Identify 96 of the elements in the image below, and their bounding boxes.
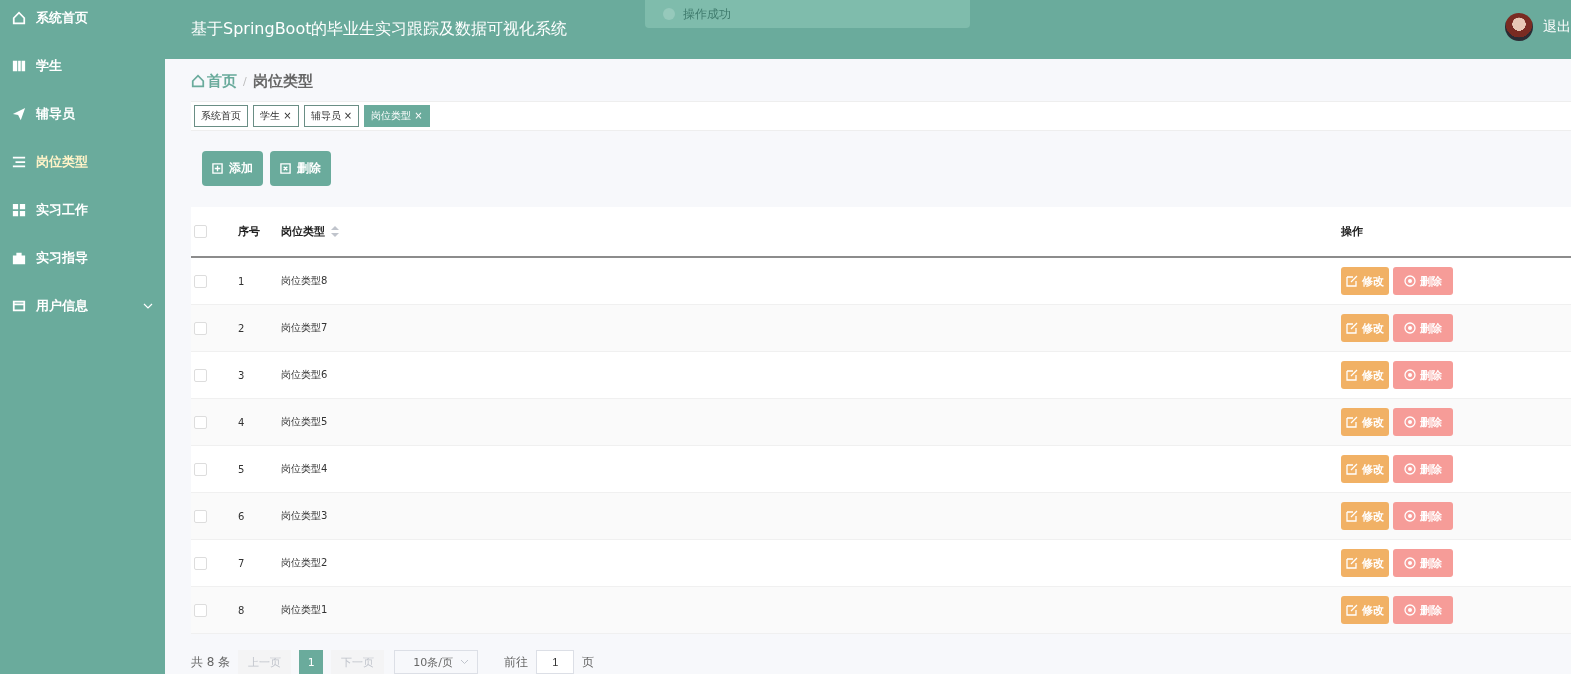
briefcase-icon <box>12 251 26 265</box>
breadcrumb-separator: / <box>243 74 247 88</box>
delete-button[interactable]: 删除 <box>1393 314 1453 342</box>
column-header[interactable]: 岗位类型 <box>281 224 1341 239</box>
edit-button[interactable]: 修改 <box>1341 361 1389 389</box>
book-icon <box>12 59 26 73</box>
total-count: 共 8 条 <box>191 653 231 671</box>
edit-icon <box>1346 275 1358 287</box>
breadcrumb-home[interactable]: 首页 <box>191 71 237 91</box>
sidebar-item[interactable]: 学生 <box>0 42 165 90</box>
edit-button[interactable]: 修改 <box>1341 408 1389 436</box>
table-cell-text: 1 <box>238 275 246 287</box>
edit-icon <box>1346 510 1358 522</box>
tab[interactable]: 辅导员 × <box>303 105 360 127</box>
circle-icon <box>1404 557 1416 569</box>
table-cell-text: 岗位类型3 <box>281 509 329 523</box>
tab[interactable]: 学生 × <box>253 105 299 127</box>
edit-icon <box>1346 463 1358 475</box>
breadcrumb-current: 岗位类型 <box>252 71 313 91</box>
edit-button[interactable]: 修改 <box>1341 549 1389 577</box>
tab[interactable]: 岗位类型 × <box>364 105 430 127</box>
app-title: 基于SpringBoot的毕业生实习跟踪及数据可视化系统 <box>191 19 568 40</box>
page-size-select[interactable]: 10条/页 <box>394 650 479 674</box>
circle-icon <box>1404 275 1416 287</box>
circle-icon <box>1404 510 1416 522</box>
table-cell-text: 2 <box>238 322 246 334</box>
avatar <box>1505 12 1533 41</box>
edit-icon <box>1346 604 1358 616</box>
checkbox[interactable] <box>194 225 207 238</box>
home-icon <box>191 74 205 88</box>
table-cell-text: 3 <box>238 369 246 381</box>
checkbox[interactable] <box>194 415 207 429</box>
circle-icon <box>1404 604 1416 616</box>
checkbox[interactable] <box>194 321 207 335</box>
page-input[interactable]: 1 <box>536 650 575 674</box>
delete-button[interactable]: 删除 <box>270 151 331 186</box>
edit-button[interactable]: 修改 <box>1341 502 1389 530</box>
checkbox[interactable] <box>194 368 207 382</box>
column-header: 序号 <box>238 224 261 239</box>
circle-icon <box>1404 322 1416 334</box>
edit-button[interactable]: 修改 <box>1341 455 1389 483</box>
sidebar-item[interactable]: 实习工作 <box>0 186 165 234</box>
add-button[interactable]: 添加 <box>202 151 263 186</box>
table-cell-text: 6 <box>238 510 246 522</box>
checkbox[interactable] <box>194 274 207 288</box>
page-suffix: 页 <box>582 653 595 671</box>
sidebar-item[interactable]: 辅导员 <box>0 90 165 138</box>
table-cell-text: 岗位类型7 <box>281 321 329 335</box>
tab[interactable]: 系统首页 <box>194 105 248 127</box>
delete-button[interactable]: 删除 <box>1393 455 1453 483</box>
table-cell-text: 8 <box>238 604 246 616</box>
circle-icon <box>1404 369 1416 381</box>
paper-plane-icon <box>12 107 26 121</box>
delete-button[interactable]: 删除 <box>1393 361 1453 389</box>
sidebar-item[interactable]: 实习指导 <box>0 234 165 282</box>
chevron-down-icon <box>460 659 470 665</box>
delete-button[interactable]: 删除 <box>1393 408 1453 436</box>
table-cell-text: 岗位类型5 <box>281 415 329 429</box>
table-cell-text: 岗位类型8 <box>281 274 329 288</box>
table-cell-text: 岗位类型1 <box>281 603 329 617</box>
edit-icon <box>1346 416 1358 428</box>
goto-label: 前往 <box>504 653 529 671</box>
table-cell-text: 岗位类型4 <box>281 462 329 476</box>
edit-icon <box>1346 322 1358 334</box>
table-cell-text: 4 <box>238 416 246 428</box>
circle-icon <box>1404 463 1416 475</box>
edit-button[interactable]: 修改 <box>1341 267 1389 295</box>
sidebar-item[interactable]: 用户信息 <box>0 282 165 330</box>
table-cell-text: 5 <box>238 463 246 475</box>
toast-message: 操作成功 <box>683 5 731 23</box>
list-icon <box>12 155 26 169</box>
delete-button[interactable]: 删除 <box>1393 267 1453 295</box>
edit-button[interactable]: 修改 <box>1341 314 1389 342</box>
table-cell-text: 岗位类型6 <box>281 368 329 382</box>
checkbox[interactable] <box>194 509 207 523</box>
sidebar-item[interactable]: 岗位类型 <box>0 138 165 186</box>
delete-button[interactable]: 删除 <box>1393 596 1453 624</box>
delete-button[interactable]: 删除 <box>1393 502 1453 530</box>
checkbox[interactable] <box>194 462 207 476</box>
edit-icon <box>1346 369 1358 381</box>
checkbox[interactable] <box>194 603 207 617</box>
delete-button[interactable]: 删除 <box>1393 549 1453 577</box>
card-icon <box>12 299 26 313</box>
edit-button[interactable]: 修改 <box>1341 596 1389 624</box>
table-cell-text: 岗位类型2 <box>281 556 329 570</box>
column-header: 操作 <box>1341 224 1364 239</box>
checkbox[interactable] <box>194 556 207 570</box>
sort-icon[interactable] <box>331 226 339 237</box>
home-icon <box>12 11 26 25</box>
table-cell-text: 7 <box>238 557 246 569</box>
edit-icon <box>1346 557 1358 569</box>
logout-link[interactable]: 退出 <box>1543 17 1571 36</box>
sidebar-item[interactable]: 系统首页 <box>0 0 165 42</box>
grid-icon <box>12 203 26 217</box>
page-button[interactable]: 1 <box>299 650 324 674</box>
circle-icon <box>1404 416 1416 428</box>
